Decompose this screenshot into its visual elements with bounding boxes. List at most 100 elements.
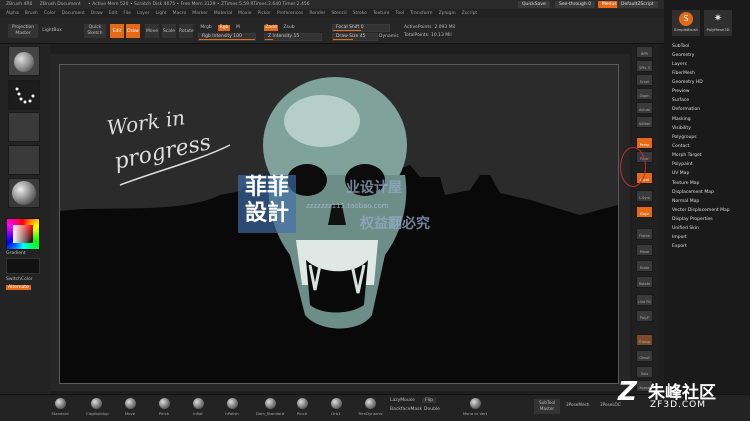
posemesh-button[interactable]: 3PoseMesh (566, 402, 589, 407)
bpr-button[interactable]: BPR (636, 46, 653, 58)
menu-item[interactable]: File (123, 11, 131, 16)
aahalf-button[interactable]: AAHalf (636, 116, 653, 128)
persp-button[interactable]: Persp (636, 137, 653, 149)
material-thumbnail[interactable] (8, 178, 40, 208)
menu-normal-map[interactable]: Normal Map (672, 198, 699, 206)
menu-item[interactable]: Picker (257, 11, 270, 16)
edit-button[interactable]: Edit (110, 24, 124, 38)
brush-orb1[interactable]: Orb1 (326, 398, 346, 416)
seethrough-slider[interactable]: See-through 0 (555, 1, 595, 8)
quick-sketch-button[interactable]: Quick Sketch (84, 24, 106, 38)
focal-shift-slider[interactable]: Focal Shift 0 (332, 24, 390, 32)
menu-item[interactable]: Render (309, 11, 325, 16)
brush-hpolish[interactable]: hPolish (222, 398, 242, 416)
menu-item[interactable]: Draw (91, 11, 103, 16)
menu-uv-map[interactable]: UV Map (672, 170, 689, 178)
mrgb-button[interactable]: Mrgb (198, 25, 214, 31)
simplebrush-tool[interactable]: S SimpleBrush (672, 10, 700, 36)
menu-polypaint[interactable]: Polypaint (672, 161, 693, 169)
menu-texture-map[interactable]: Texture Map (672, 180, 699, 188)
menu-import[interactable]: Import (672, 234, 687, 242)
draw-button[interactable]: Draw (126, 24, 140, 38)
polymesh3d-tool[interactable]: ✷ PolyMesh3D (704, 10, 732, 36)
lightbox-button[interactable]: LightBox (40, 28, 64, 34)
brush-standard[interactable]: Standard (50, 398, 70, 416)
brush-trimdynamic[interactable]: TrimDynamic (358, 398, 383, 416)
quicksave-button[interactable]: QuickSave (518, 1, 550, 8)
brush-pinch-2[interactable]: Pinch (292, 398, 312, 416)
menu-displacement-map[interactable]: Displacement Map (672, 189, 714, 197)
zsub-button[interactable]: Zsub (282, 25, 296, 31)
double-button[interactable]: Double (424, 407, 440, 412)
rgb-intensity-slider[interactable]: Rgb Intensity 100 (198, 33, 256, 41)
alpha-thumbnail[interactable] (8, 112, 40, 142)
menu-contact[interactable]: Contact (672, 143, 690, 151)
brush-dam-standard[interactable]: Dam_Standard (256, 398, 284, 416)
menu-item[interactable]: Tool (395, 11, 404, 16)
solo-button[interactable]: Solo (636, 366, 653, 378)
menu-item[interactable]: Material (214, 11, 232, 16)
linefill-button[interactable]: Line Fill (636, 294, 653, 306)
lsym-button[interactable]: L.Sym (636, 190, 653, 202)
menu-geometry[interactable]: Geometry (672, 52, 694, 60)
menu-preview[interactable]: Preview (672, 88, 690, 96)
flip-button[interactable]: Flip (422, 398, 436, 403)
color-swatch[interactable] (6, 258, 40, 274)
dynamic-button[interactable]: Dynamic (379, 34, 399, 40)
menu-item[interactable]: Macro (173, 11, 187, 16)
polyf-button[interactable]: PolyF (636, 310, 653, 322)
menu-item[interactable]: Color (44, 11, 56, 16)
actual-button[interactable]: Actual (636, 102, 653, 114)
menu-morph-target[interactable]: Morph Target (672, 152, 702, 160)
draw-size-slider[interactable]: Draw Size 45 (332, 33, 378, 41)
spix-button[interactable]: SPix 3 (636, 60, 653, 72)
menu-item[interactable]: Document (62, 11, 85, 16)
brush-pinch[interactable]: Pinch (154, 398, 174, 416)
menu-unified-skin[interactable]: Unified Skin (672, 225, 699, 233)
zoom-button[interactable]: Zoom (636, 88, 653, 100)
scroll-button[interactable]: Scroll (636, 74, 653, 86)
color-picker[interactable] (6, 218, 40, 250)
z-intensity-slider[interactable]: Z Intensity 15 (264, 33, 322, 41)
menu-item[interactable]: Movie (238, 11, 251, 16)
scale-button[interactable]: Scale (162, 24, 176, 38)
menu-geometry-hd[interactable]: Geometry HD (672, 79, 703, 87)
menu-item[interactable]: Zplugin (439, 11, 456, 16)
menu-fibermesh[interactable]: FiberMesh (672, 70, 695, 78)
menu-item[interactable]: Marker (192, 11, 208, 16)
scale-view-button[interactable]: Scale (636, 260, 653, 272)
menu-layers[interactable]: Layers (672, 61, 687, 69)
menu-visibility[interactable]: Visibility (672, 125, 691, 133)
menu-polygroups[interactable]: Polygroups (672, 134, 697, 142)
menu-masking[interactable]: Masking (672, 116, 691, 124)
stroke-thumbnail[interactable] (8, 80, 40, 110)
mono-vert-button[interactable]: Mono or Vert (458, 398, 492, 416)
menu-item[interactable]: Stroke (353, 11, 367, 16)
menu-item[interactable]: Layer (137, 11, 150, 16)
move-button[interactable]: Move (145, 24, 159, 38)
menu-subtool[interactable]: SubTool (672, 43, 689, 51)
projection-master-button[interactable]: Projection Master (8, 24, 38, 38)
menu-display-properties[interactable]: Display Properties (672, 216, 713, 224)
texture-thumbnail[interactable] (8, 145, 40, 175)
transp-button[interactable]: Transp (636, 334, 653, 346)
brush-claybuildup[interactable]: ClayBuildup (86, 398, 109, 416)
menu-item[interactable]: Alpha (6, 11, 19, 16)
default-zscript-button[interactable]: DefaultZScript (617, 1, 658, 8)
document-canvas[interactable]: Work in progress 菲菲設計 业设计屋 zzzzzzz111.ta… (59, 64, 619, 384)
menu-item[interactable]: Texture (373, 11, 389, 16)
menu-item[interactable]: Edit (109, 11, 118, 16)
lazymouse-button[interactable]: LazyMouse (390, 398, 415, 403)
menu-item[interactable]: Stencil (331, 11, 346, 16)
brush-inflat[interactable]: Inflat (188, 398, 208, 416)
frame-button[interactable]: Frame (636, 228, 653, 240)
alternate-button[interactable]: Alternate (6, 285, 31, 290)
brush-move[interactable]: Move (120, 398, 140, 416)
menu-item[interactable]: Zscript (462, 11, 478, 16)
switchcolor-button[interactable]: SwitchColor (6, 277, 33, 282)
brush-thumbnail[interactable] (8, 46, 40, 76)
menu-item[interactable]: Light (155, 11, 166, 16)
zadd-button[interactable]: Zadd (264, 25, 278, 31)
rotate-button[interactable]: Rotate (179, 24, 194, 38)
move-view-button[interactable]: Move (636, 244, 653, 256)
